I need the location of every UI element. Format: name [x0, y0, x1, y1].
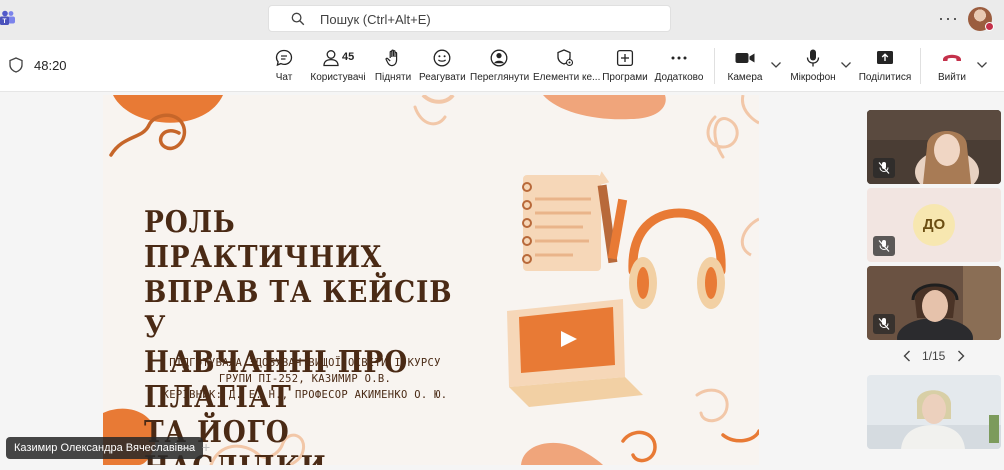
people-button[interactable]: 45 Користувачі: [309, 40, 367, 92]
leave-options-chevron-down-icon[interactable]: [976, 61, 988, 69]
participant-video: [867, 375, 1001, 449]
raise-hand-label: Підняти: [374, 72, 412, 83]
presentation-slide: РОЛЬ ПРАКТИЧНИХ ВПРАВ ТА КЕЙСІВ У НАВЧАН…: [103, 95, 759, 465]
slide-title: РОЛЬ ПРАКТИЧНИХ ВПРАВ ТА КЕЙСІВ У НАВЧАН…: [144, 205, 461, 465]
svg-text:T: T: [3, 18, 7, 25]
react-button[interactable]: Реагувати: [419, 40, 466, 92]
camera-label: Камера: [727, 72, 763, 83]
more-label: Додатково: [654, 72, 704, 83]
mic-options-chevron-down-icon[interactable]: [840, 61, 852, 69]
leave-label: Вийти: [937, 72, 966, 83]
presenter-name-chip: Казимир Олександра Вячеславівна — +: [6, 437, 210, 459]
smiley-icon: [433, 49, 451, 67]
meeting-elements-label: Елементи ке...: [533, 72, 601, 83]
chat-label: Чат: [275, 72, 293, 83]
participants-pager: 1/15: [864, 346, 1004, 368]
apps-label: Програми: [602, 72, 648, 83]
title-bar: T Пошук (Ctrl+Alt+E) ···: [0, 0, 1004, 40]
people-count: 45: [342, 51, 355, 63]
camera-button[interactable]: Камера: [724, 40, 766, 92]
minimize-icon[interactable]: —: [180, 437, 194, 458]
shield-icon[interactable]: [9, 57, 23, 73]
participant-tile[interactable]: [867, 266, 1001, 340]
apps-button[interactable]: Програми: [602, 40, 648, 92]
view-button[interactable]: Переглянути: [470, 40, 530, 92]
raise-hand-icon: [385, 49, 398, 67]
slide-subtitle-line: ПІДГОТУВАЛА ЗДОБУВАЧ ВИЩОЇ ОСВІТИ І КУРС…: [169, 357, 441, 369]
slide-title-line: РОЛЬ ПРАКТИЧНИХ: [144, 205, 383, 275]
share-label: Поділитися: [858, 72, 912, 83]
leave-button[interactable]: Вийти: [932, 40, 972, 92]
presenter-name: Казимир Олександра Вячеславівна: [14, 442, 196, 454]
toolbar-divider: [920, 48, 921, 84]
teams-logo-icon[interactable]: T: [0, 10, 16, 26]
slide-subtitle: ПІДГОТУВАЛА ЗДОБУВАЧ ВИЩОЇ ОСВІТИ І КУРС…: [145, 355, 465, 403]
react-label: Реагувати: [419, 72, 466, 83]
people-label: Користувачі: [310, 72, 366, 83]
more-icon: [671, 56, 687, 60]
meeting-elements-button[interactable]: Елементи ке...: [533, 40, 601, 92]
add-apps-icon: [616, 49, 634, 67]
toolbar-divider: [714, 48, 715, 84]
view-icon: [490, 49, 508, 67]
microphone-icon: [806, 49, 820, 67]
participant-initials: ДО: [913, 204, 955, 246]
search-placeholder: Пошук (Ctrl+Alt+E): [320, 12, 431, 27]
raise-hand-button[interactable]: Підняти: [373, 40, 413, 92]
meeting-timer: 48:20: [34, 58, 67, 73]
participant-tile[interactable]: [867, 110, 1001, 184]
presence-busy-icon: [985, 22, 994, 31]
participants-rail: ДО 1/15: [864, 92, 1004, 470]
participant-tile[interactable]: ДО: [867, 188, 1001, 262]
people-icon: [323, 50, 339, 67]
more-options-icon[interactable]: ···: [938, 8, 959, 29]
expand-icon[interactable]: +: [202, 437, 210, 458]
more-button[interactable]: Додатково: [654, 40, 704, 92]
camera-options-chevron-down-icon[interactable]: [770, 61, 782, 69]
chevron-left-icon[interactable]: [902, 349, 912, 363]
mic-off-icon: [873, 158, 895, 178]
slide-subtitle-line: ГРУПИ ПІ-252, КАЗИМИР О.В.: [218, 373, 392, 385]
share-button[interactable]: Поділитися: [858, 40, 912, 92]
shared-content-stage: РОЛЬ ПРАКТИЧНИХ ВПРАВ ТА КЕЙСІВ У НАВЧАН…: [0, 92, 864, 470]
slide-subtitle-line: КЕРІВНИК: Д. Е. Н., ПРОФЕСОР АКИМЕНКО О.…: [162, 389, 448, 401]
search-input[interactable]: Пошук (Ctrl+Alt+E): [268, 5, 671, 32]
slide-title-line: ВПРАВ ТА КЕЙСІВ У: [144, 275, 453, 345]
chat-icon: [275, 49, 293, 67]
camera-icon: [735, 53, 755, 63]
chevron-right-icon[interactable]: [956, 349, 966, 363]
microphone-button[interactable]: Мікрофон: [787, 40, 839, 92]
chat-button[interactable]: Чат: [268, 40, 300, 92]
share-screen-icon: [877, 51, 893, 64]
participant-tile[interactable]: [867, 375, 1001, 449]
mic-off-icon: [873, 314, 895, 334]
mic-off-icon: [873, 236, 895, 256]
page-indicator: 1/15: [922, 349, 946, 363]
microphone-label: Мікрофон: [790, 72, 836, 83]
search-icon: [291, 12, 305, 26]
shield-lock-icon: [557, 49, 574, 67]
view-label: Переглянути: [470, 72, 530, 83]
hang-up-icon: [943, 54, 961, 61]
meeting-toolbar: 48:20 Чат 45 Користувачі Підняти Реагува…: [0, 40, 1004, 92]
